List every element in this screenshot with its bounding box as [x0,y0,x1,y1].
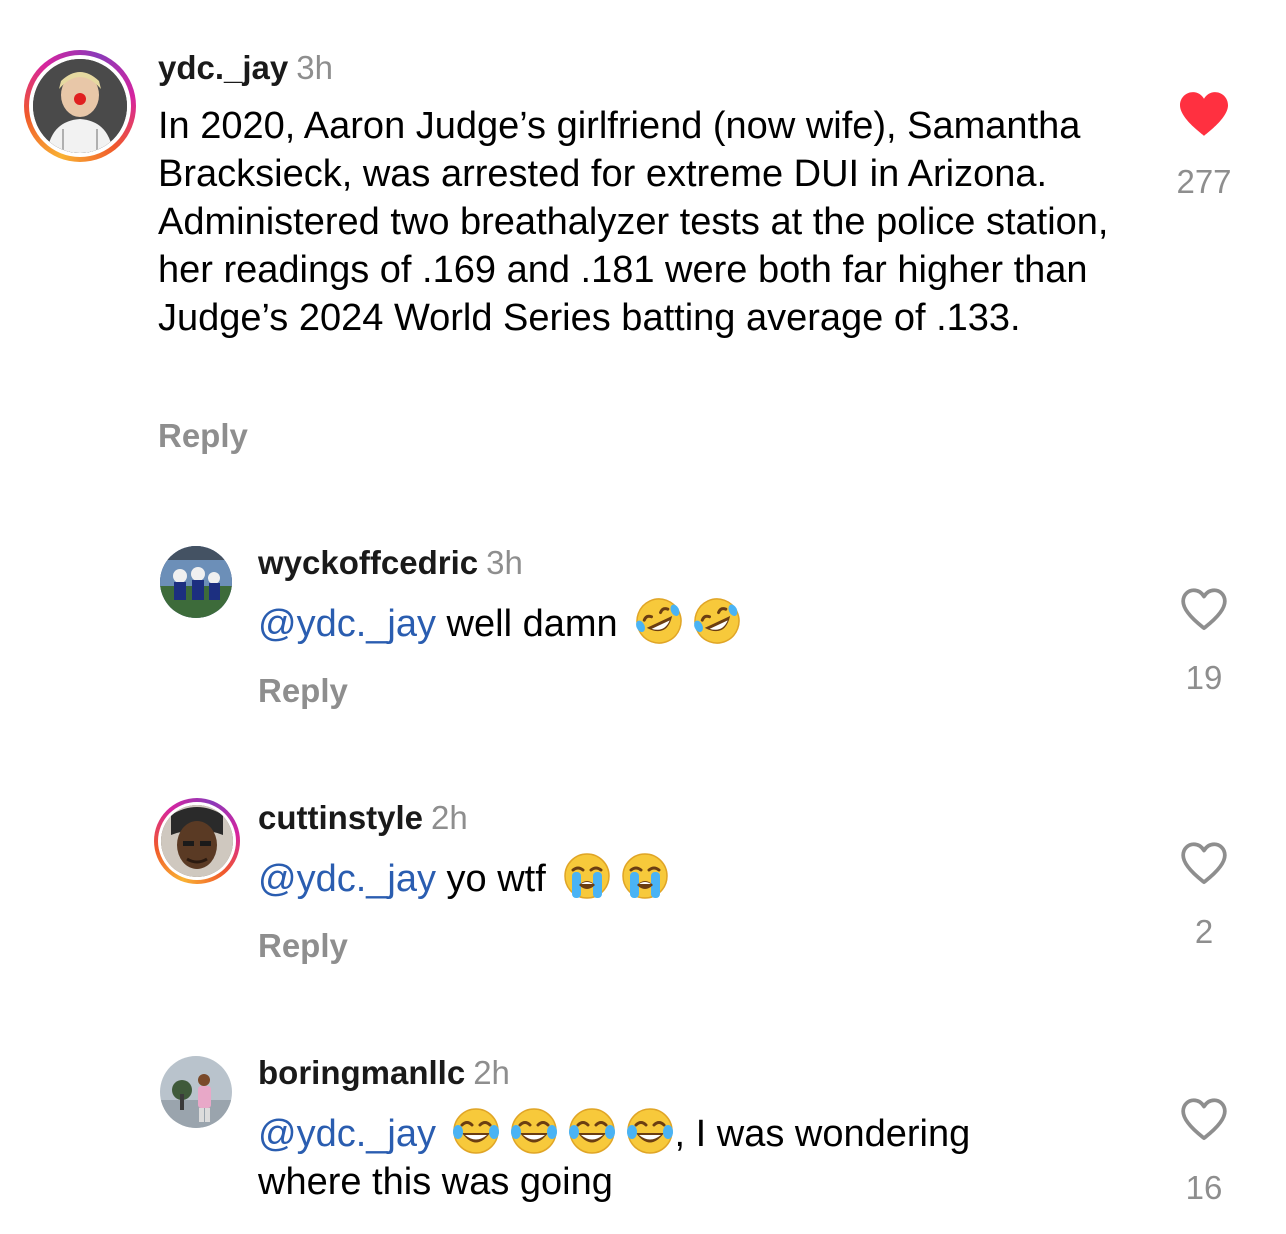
comment-text-body: , I was wondering [674,1113,971,1155]
reply-button[interactable]: Reply [158,416,248,456]
username[interactable]: boringmanllc [258,1054,465,1091]
comment-text-body: yo wtf [446,858,546,900]
heart-filled-icon [1180,92,1228,136]
timestamp: 3h [296,49,333,86]
avatar[interactable] [24,50,136,162]
comment-header: ydc._jay 3h [158,48,333,88]
timestamp: 2h [431,799,468,836]
like-button[interactable] [1164,586,1244,632]
face-with-tears-of-joy-emoji [568,1108,615,1154]
username[interactable]: cuttinstyle [258,799,423,836]
mention-link[interactable]: @ydc._jay [258,858,436,900]
like-button[interactable] [1164,90,1244,138]
rolling-on-floor-laughing-emoji [636,598,682,644]
heart-outline-icon [1181,842,1227,885]
comment-header: cuttinstyle 2h [258,798,468,838]
like-count: 2 [1194,913,1214,950]
avatar[interactable] [154,798,240,884]
comment-text: In 2020, Aaron Judge’s girlfriend (now w… [158,105,1109,339]
comment-text: @ydc._jay , I was wondering where this w… [258,1106,1138,1206]
comment-header: boringmanllc 2h [258,1053,510,1093]
face-with-tears-of-joy-emoji [452,1108,499,1154]
username[interactable]: wyckoffcedric [258,544,478,581]
comment-text: @ydc._jay well damn [258,596,1138,648]
rolling-on-floor-laughing-emoji [694,598,740,644]
timestamp: 3h [486,544,523,581]
like-count: 16 [1185,1169,1223,1206]
loudly-crying-face-emoji [622,853,669,899]
heart-outline-icon [1181,1098,1227,1141]
like-count: 277 [1176,163,1232,200]
face-with-tears-of-joy-emoji [626,1108,673,1154]
avatar[interactable] [160,546,232,618]
face-with-tears-of-joy-emoji [510,1108,557,1154]
comment-text: @ydc._jay yo wtf [258,851,1138,903]
comment-text-body: well damn [446,603,618,645]
comment-text-body-line2: where this was going [258,1161,613,1203]
like-count: 19 [1185,659,1223,696]
loudly-crying-face-emoji [564,853,611,899]
avatar[interactable] [160,1056,232,1128]
reply-button[interactable]: Reply [258,671,348,711]
timestamp: 2h [473,1054,510,1091]
heart-outline-icon [1181,588,1227,631]
like-button[interactable] [1164,1096,1244,1142]
like-button[interactable] [1164,840,1244,886]
comment-item: ydc._jay 3h In 2020, Aaron Judge’s girlfr… [0,0,1286,480]
mention-link[interactable]: @ydc._jay [258,603,436,645]
username[interactable]: ydc._jay [158,49,288,86]
mention-link[interactable]: @ydc._jay [258,1113,436,1155]
comment-header: wyckoffcedric 3h [258,543,523,583]
reply-button[interactable]: Reply [258,926,348,966]
